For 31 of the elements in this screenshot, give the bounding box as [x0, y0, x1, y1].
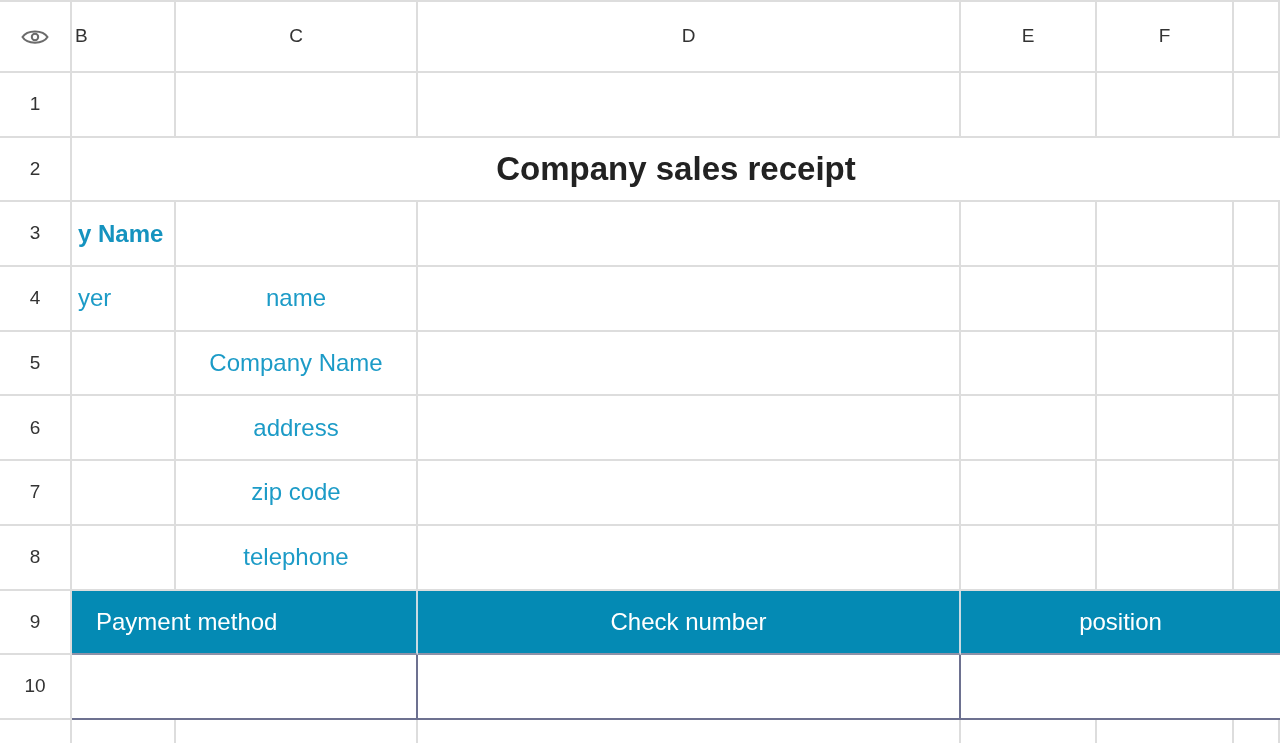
spreadsheet-cell — [1234, 396, 1280, 462]
spreadsheet-cell — [1234, 267, 1280, 332]
row-header[interactable]: 7 — [0, 461, 72, 526]
row-header[interactable]: 8 — [0, 525, 72, 591]
field-label: telephone — [243, 542, 349, 573]
spreadsheet-cell — [1234, 331, 1280, 397]
cell-text: yer — [78, 283, 112, 314]
row-header[interactable]: 1 — [0, 73, 72, 138]
sheet-title: Company sales receipt — [496, 149, 856, 190]
row-header[interactable]: 6 — [0, 396, 72, 462]
spreadsheet-cell — [1234, 73, 1280, 138]
table-header-cell: Payment method — [72, 590, 418, 656]
field-label: name — [265, 283, 326, 314]
column-header[interactable]: D — [418, 2, 961, 73]
table-header-cell: Check number — [418, 590, 961, 656]
row-header[interactable]: 5 — [0, 331, 72, 397]
field-label: address — [253, 412, 339, 443]
row-header[interactable]: 10 — [0, 655, 72, 720]
column-header[interactable]: E — [961, 2, 1097, 73]
row-header[interactable]: 3 — [0, 202, 72, 268]
eye-icon[interactable] — [21, 27, 49, 46]
row-header[interactable]: 2 — [0, 137, 72, 203]
field-label: Company Name — [209, 348, 383, 379]
column-header[interactable]: C — [176, 2, 418, 73]
field-label: zip code — [251, 477, 341, 508]
column-header[interactable]: F — [1097, 2, 1234, 73]
table-header-cell: position — [961, 590, 1280, 656]
row-header[interactable]: 4 — [0, 267, 72, 332]
spreadsheet-cell — [1234, 461, 1280, 526]
cell-text: y Name — [78, 218, 164, 249]
column-header[interactable]: B — [72, 2, 176, 73]
